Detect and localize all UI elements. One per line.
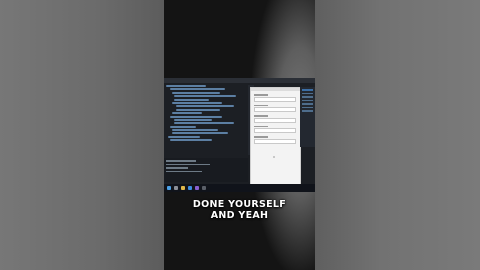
app-titlebar (251, 88, 300, 91)
code-line (174, 95, 236, 98)
code-line (174, 118, 212, 121)
cursor-dot (273, 156, 275, 158)
field-label (254, 94, 268, 96)
field-label (254, 125, 268, 127)
text-field[interactable] (254, 96, 296, 102)
code-line (172, 101, 222, 104)
app-preview-window[interactable] (250, 87, 301, 186)
code-line (174, 98, 209, 101)
field-label (254, 136, 268, 138)
code-line (170, 139, 212, 142)
tree-item[interactable] (302, 96, 313, 98)
text-field[interactable] (254, 107, 296, 112)
code-line (172, 91, 220, 94)
field-label (254, 115, 268, 117)
windows-start-icon[interactable] (167, 186, 171, 190)
code-line (168, 135, 200, 138)
right-letterbox (315, 0, 480, 270)
code-line (176, 108, 220, 111)
caption-line-2: AND YEAH (210, 209, 269, 221)
output-line (166, 167, 188, 169)
text-field[interactable] (254, 138, 296, 144)
tree-item[interactable] (302, 103, 313, 105)
code-line (170, 115, 222, 118)
output-line (166, 170, 202, 172)
code-line (172, 112, 202, 115)
subtitle-caption: DONE YOURSELF AND YEAH (164, 199, 315, 221)
field-label (254, 104, 268, 106)
text-field[interactable] (254, 117, 296, 123)
output-line (166, 163, 210, 165)
browser-icon[interactable] (188, 186, 192, 190)
file-explorer-icon[interactable] (181, 186, 185, 190)
left-letterbox (0, 0, 164, 270)
code-line (172, 132, 228, 135)
output-panel (164, 158, 248, 182)
caption-line-1: DONE YOURSELF (192, 199, 287, 210)
output-line (166, 160, 196, 162)
terminal-icon[interactable] (202, 186, 206, 190)
code-line (166, 85, 206, 87)
tree-item[interactable] (302, 106, 313, 108)
code-line (174, 122, 234, 125)
solution-explorer-panel[interactable] (300, 87, 315, 147)
tree-item[interactable] (302, 92, 313, 94)
code-line (176, 105, 234, 108)
visual-studio-icon[interactable] (195, 186, 199, 190)
code-line (170, 88, 225, 91)
windows-taskbar (164, 184, 315, 192)
tree-item[interactable] (302, 110, 313, 112)
tree-item[interactable] (302, 89, 313, 91)
monitor-screen (164, 78, 315, 192)
ide-titlebar (164, 78, 315, 83)
search-icon[interactable] (174, 186, 178, 190)
tree-item[interactable] (302, 99, 313, 101)
text-field[interactable] (254, 128, 296, 133)
code-line (172, 129, 218, 132)
video-frame: DONE YOURSELF AND YEAH (164, 0, 315, 270)
code-line (170, 125, 196, 128)
